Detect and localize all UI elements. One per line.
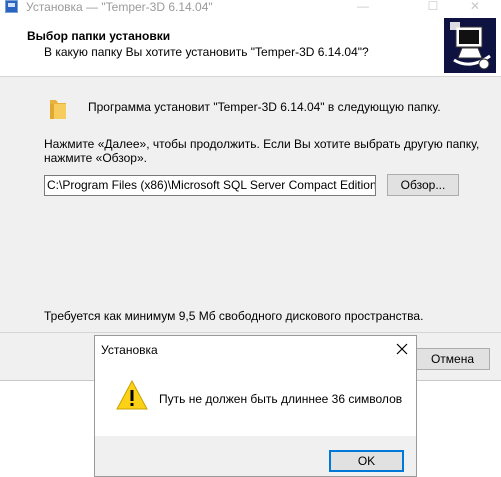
- dialog-close-icon[interactable]: [395, 342, 409, 356]
- dialog-body: Путь не должен быть длиннее 36 символов: [95, 362, 416, 436]
- folder-icon: [50, 100, 66, 119]
- browse-button[interactable]: Обзор...: [387, 174, 459, 196]
- title-bar: Установка — "Temper-3D 6.14.04" — ☐ ✕: [0, 0, 501, 16]
- page-title: Выбор папки установки: [27, 29, 171, 43]
- wizard-header: Выбор папки установки В какую папку Вы х…: [0, 16, 501, 77]
- page-subtitle: В какую папку Вы хотите установить "Temp…: [44, 45, 369, 59]
- window-title: Установка — "Temper-3D 6.14.04": [26, 0, 213, 14]
- error-dialog: Установка Путь не должен быть длиннее 36…: [94, 335, 417, 477]
- warning-icon: [116, 380, 148, 410]
- ok-button[interactable]: OK: [329, 450, 404, 472]
- installer-window: Установка — "Temper-3D 6.14.04" — ☐ ✕ Вы…: [0, 0, 501, 381]
- close-button[interactable]: ✕: [452, 0, 498, 16]
- install-path-input[interactable]: C:\Program Files (x86)\Microsoft SQL Ser…: [44, 175, 376, 196]
- installer-logo-icon: [444, 18, 496, 73]
- footer-divider: [0, 332, 501, 333]
- app-icon: [5, 0, 18, 13]
- maximize-button[interactable]: ☐: [410, 0, 456, 16]
- dialog-title-bar: Установка: [95, 336, 416, 362]
- dialog-title: Установка: [101, 343, 158, 357]
- disk-space-requirement: Требуется как минимум 9,5 Мб свободного …: [44, 309, 424, 323]
- cancel-button[interactable]: Отмена: [415, 348, 490, 370]
- instruction-text-line2: нажмите «Обзор».: [44, 151, 147, 165]
- install-info-text: Программа установит "Temper-3D 6.14.04" …: [88, 100, 441, 114]
- instruction-text-line1: Нажмите «Далее», чтобы продолжить. Если …: [44, 137, 480, 151]
- minimize-button[interactable]: —: [340, 0, 386, 16]
- dialog-message: Путь не должен быть длиннее 36 символов: [159, 392, 403, 406]
